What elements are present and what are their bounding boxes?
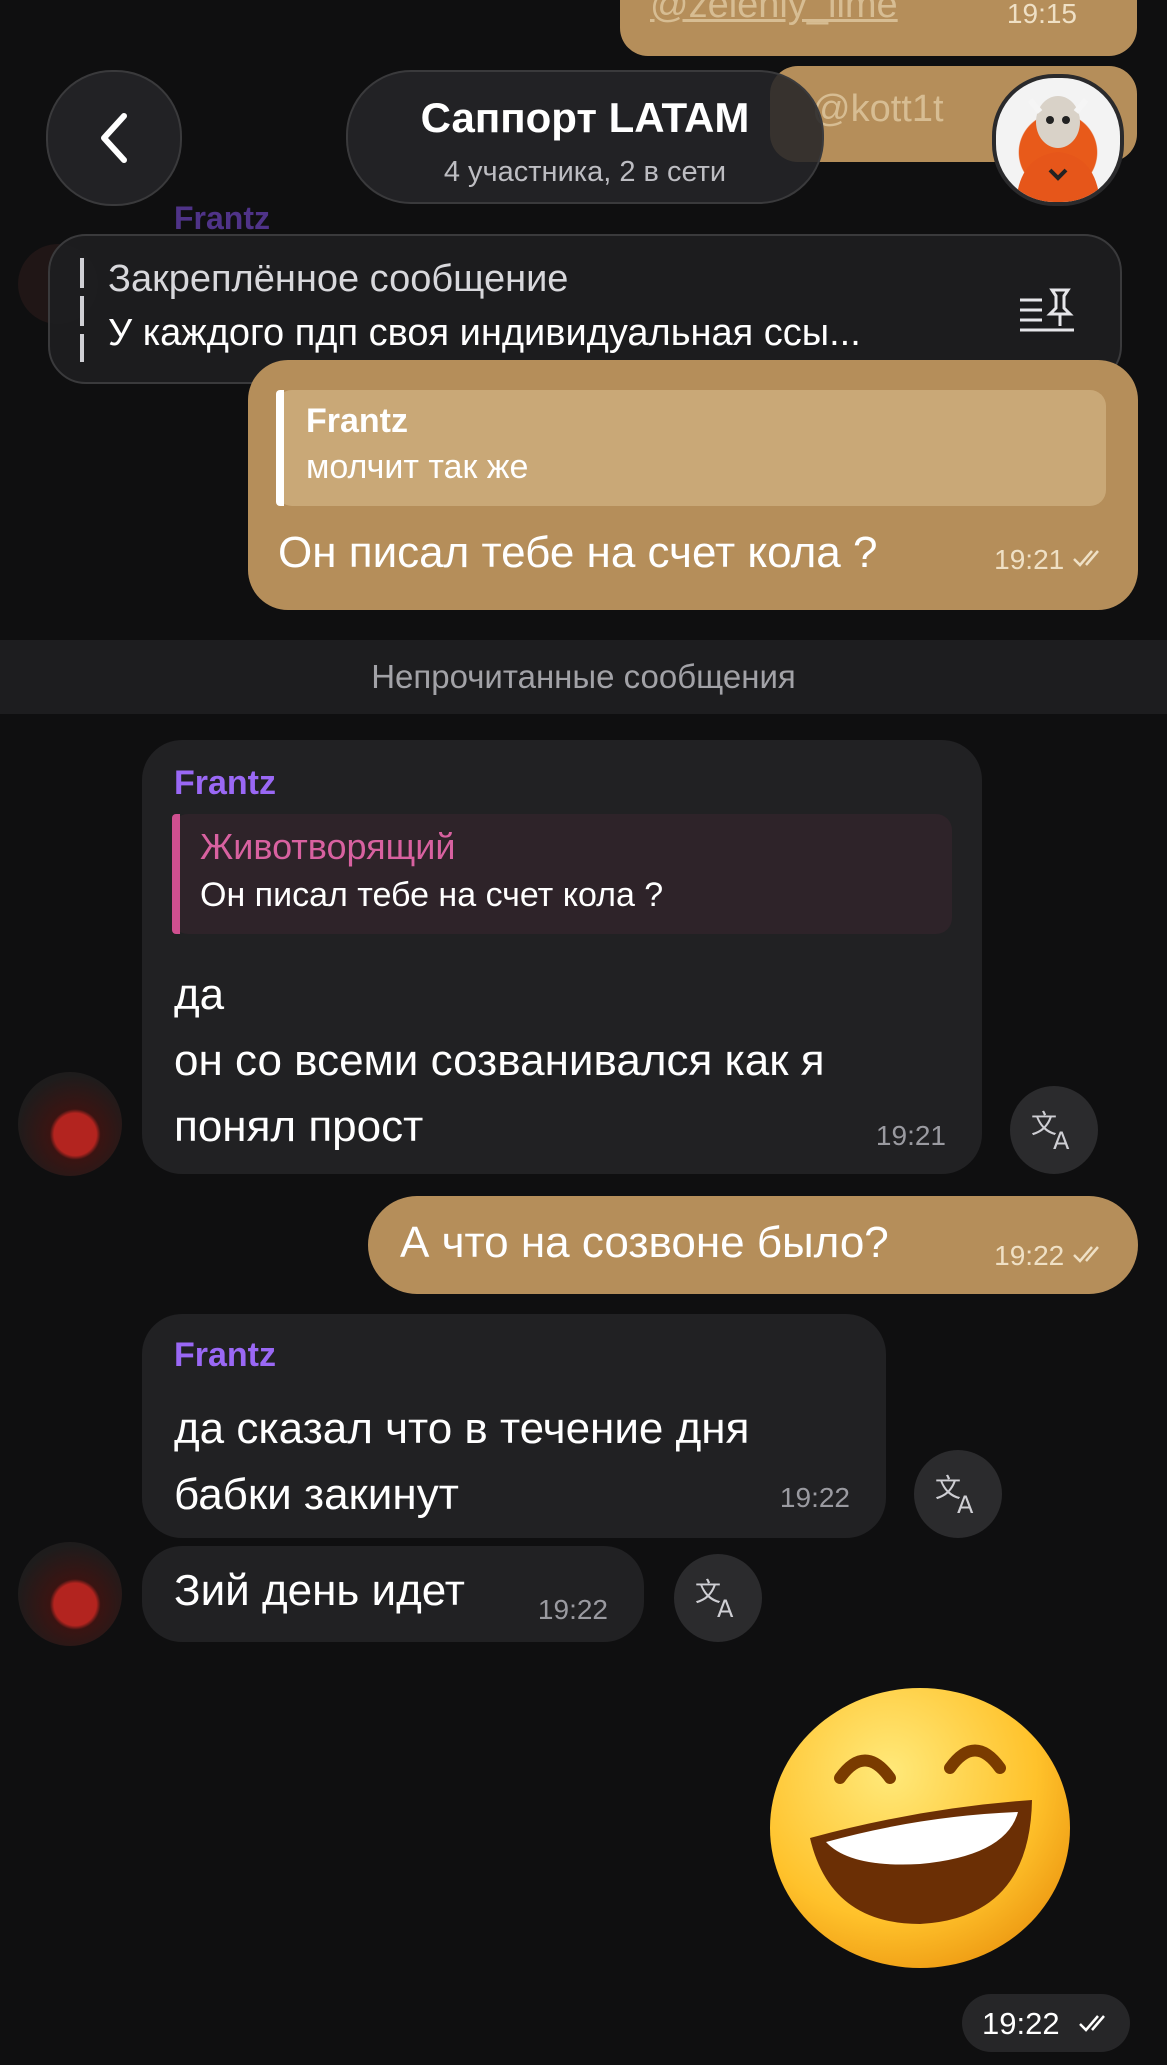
quote-text: Он писал тебе на счет кола ?	[200, 876, 664, 914]
reply-quote[interactable]: Животворящий Он писал тебе на счет кола …	[172, 814, 952, 934]
mention-link[interactable]: @zelenly_lime	[650, 0, 898, 27]
double-check-icon	[1073, 1246, 1099, 1263]
message-time: 19:15	[1006, 0, 1077, 29]
sender-name[interactable]: Frantz	[174, 764, 276, 803]
translate-icon: 文A	[1031, 1110, 1070, 1155]
translate-icon: 文A	[935, 1474, 974, 1519]
quote-author: Frantz	[306, 402, 408, 440]
translate-button[interactable]: 文A	[674, 1554, 762, 1642]
chat-status: 4 участника, 2 в сети	[443, 156, 727, 188]
message-time: 19:21	[875, 1120, 946, 1151]
message-time: 19:22	[779, 1482, 850, 1513]
message-text: да он со всеми созванивался как я понял …	[174, 970, 825, 1151]
translate-button[interactable]: 文A	[914, 1450, 1002, 1538]
outgoing-message-bubble[interactable]: @zelenly_lime 19:15	[620, 0, 1137, 56]
avatar[interactable]	[18, 1542, 122, 1646]
message-time: 19:22	[994, 1240, 1110, 1272]
incoming-message-bubble[interactable]: Frantz Животворящий Он писал тебе на сче…	[142, 740, 982, 1174]
message-text: Зий день идет	[174, 1566, 465, 1615]
outgoing-message-bubble[interactable]: А что на созвоне было? 19:22	[368, 1196, 1138, 1294]
chat-name: Саппорт LATAM	[420, 94, 750, 141]
double-check-icon	[1073, 550, 1099, 567]
reply-quote[interactable]: Frantz молчит так же	[276, 390, 1106, 506]
chat-title[interactable]: Саппорт LATAM 4 участника, 2 в сети	[346, 70, 824, 204]
sender-name: Frantz	[174, 200, 270, 236]
svg-text:A: A	[1053, 1127, 1070, 1155]
message-text: Он писал тебе на счет кола ?	[278, 528, 878, 577]
translate-icon: 文A	[695, 1578, 734, 1623]
message-time: 19:22	[537, 1594, 608, 1625]
quote-line	[276, 390, 284, 506]
message-time: 19:21	[994, 544, 1110, 576]
sender-name[interactable]: Frantz	[174, 1336, 276, 1375]
mention-link[interactable]: @kott1t	[812, 88, 944, 131]
message-text: А что на созвоне было?	[400, 1218, 889, 1267]
pinned-indicator	[80, 258, 84, 362]
unread-divider: Непрочитанные сообщения	[0, 640, 1167, 714]
outgoing-message-bubble[interactable]: Frantz молчит так же Он писал тебе на сч…	[248, 360, 1138, 610]
message-time: 19:22	[982, 2006, 1060, 2041]
pinned-text: У каждого пдп своя индивидуальная ссы...	[108, 312, 861, 354]
quote-line	[172, 814, 180, 934]
pin-list-icon[interactable]	[1016, 286, 1078, 336]
quote-text: молчит так же	[306, 448, 529, 486]
group-avatar[interactable]	[992, 74, 1124, 206]
message-text: да сказал что в течение дня бабки закину…	[174, 1404, 750, 1519]
avatar[interactable]	[18, 1072, 122, 1176]
chevron-left-icon	[101, 113, 127, 163]
svg-text:A: A	[717, 1595, 734, 1623]
incoming-message-bubble[interactable]: Frantz да сказал что в течение дня бабки…	[142, 1314, 886, 1538]
pinned-title: Закреплённое сообщение	[108, 258, 569, 300]
translate-button[interactable]: 文A	[1010, 1086, 1098, 1174]
unread-label: Непрочитанные сообщения	[371, 658, 796, 695]
sticker-time-badge: 19:22	[962, 1994, 1130, 2052]
grin-face-icon	[810, 1744, 1032, 1924]
quote-author: Животворящий	[200, 826, 456, 867]
incoming-message-bubble[interactable]: Зий день идет 19:22	[142, 1546, 644, 1642]
double-check-icon	[1079, 2015, 1105, 2032]
grinning-emoji-sticker[interactable]	[770, 1688, 1070, 1968]
back-button[interactable]	[46, 70, 182, 206]
svg-text:A: A	[957, 1491, 974, 1519]
avatar-image	[1016, 96, 1100, 202]
